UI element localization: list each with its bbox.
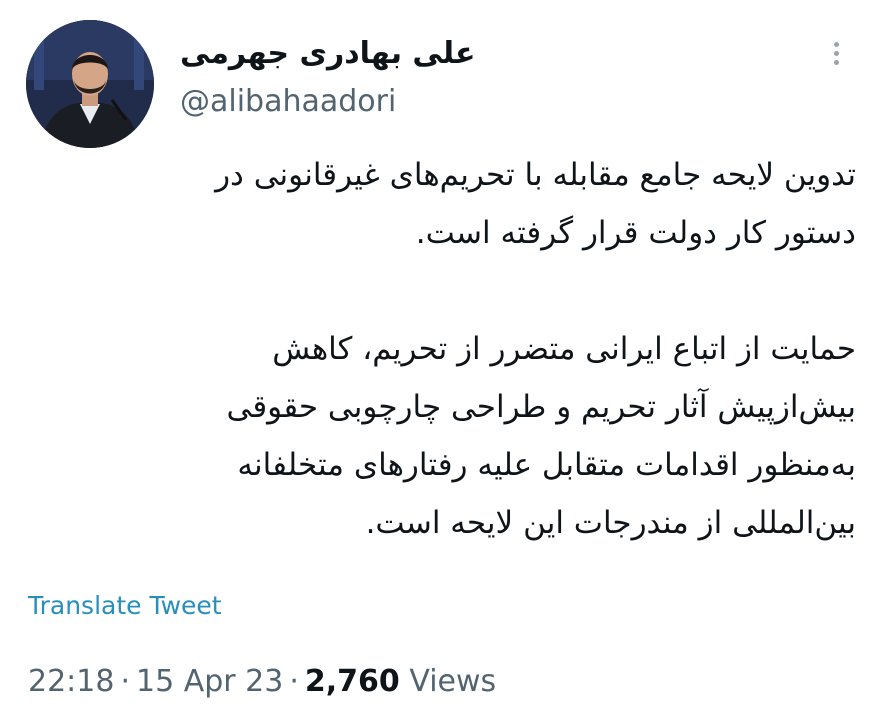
- views-count[interactable]: 2,760: [305, 664, 400, 699]
- more-vertical-icon[interactable]: [824, 38, 848, 78]
- meta-separator: ·: [120, 664, 131, 699]
- tweet-meta: 22:18 · 15 Apr 23 · 2,760 Views: [28, 664, 496, 699]
- translate-tweet-link[interactable]: Translate Tweet: [28, 591, 222, 620]
- tweet-line: بین‌المللی از مندرجات این لایحه است.: [365, 505, 856, 541]
- tweet-time[interactable]: 22:18: [28, 664, 114, 699]
- author-handle[interactable]: @alibahaadori: [180, 84, 396, 119]
- avatar[interactable]: [26, 20, 154, 148]
- tweet-paragraph: حمایت از اتباع ایرانی متضرر از تحریم، کا…: [16, 320, 856, 552]
- meta-separator: ·: [289, 664, 299, 699]
- tweet-paragraph: تدوین لایحه جامع مقابله با تحریم‌های غیر…: [16, 146, 856, 262]
- tweet-card: علی بهادری جهرمی @alibahaadori تدوین لای…: [0, 0, 886, 720]
- profile-photo: [26, 20, 154, 148]
- tweet-line: تدوین لایحه جامع مقابله با تحریم‌های غیر…: [215, 157, 856, 193]
- tweet-date[interactable]: 15 Apr 23: [136, 664, 283, 699]
- tweet-text: تدوین لایحه جامع مقابله با تحریم‌های غیر…: [16, 146, 856, 552]
- tweet-line: بیش‌ازپیش آثار تحریم و طراحی چارچوبی حقو…: [226, 389, 856, 425]
- tweet-line: دستور کار دولت قرار گرفته است.: [415, 215, 856, 251]
- tweet-line: به‌منظور اقدامات متقابل علیه رفتارهای مت…: [237, 447, 856, 483]
- tweet-line: حمایت از اتباع ایرانی متضرر از تحریم، کا…: [272, 331, 856, 367]
- views-label: Views: [409, 664, 497, 699]
- author-display-name[interactable]: علی بهادری جهرمی: [180, 36, 476, 71]
